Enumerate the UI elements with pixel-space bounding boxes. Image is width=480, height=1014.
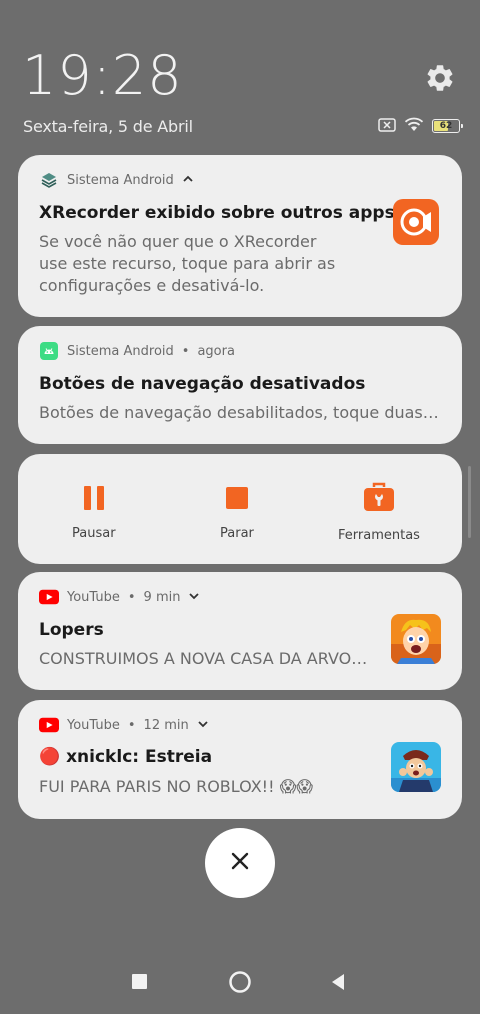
notification-text-line-2: use este recurso, toque para abrir as — [39, 254, 336, 273]
chevron-up-icon[interactable] — [182, 173, 194, 188]
video-thumbnail — [391, 614, 441, 664]
youtube-icon — [39, 715, 59, 735]
chevron-down-icon[interactable] — [188, 590, 200, 605]
scrollbar[interactable] — [468, 466, 471, 538]
tools-button[interactable]: Ferramentas — [338, 482, 420, 543]
notification-title: XRecorder exibido sobre outros apps. — [39, 203, 402, 223]
stop-label: Parar — [220, 526, 254, 541]
recorder-controls: Pausar Parar Ferramentas — [18, 454, 462, 564]
chevron-down-icon[interactable] — [197, 718, 209, 733]
battery-icon: 62 — [432, 119, 463, 133]
notification-nav-buttons[interactable]: Sistema Android • agora Botões de navega… — [18, 326, 462, 444]
clear-all-button[interactable] — [205, 828, 275, 898]
android-icon — [39, 341, 59, 361]
pause-label: Pausar — [72, 526, 116, 541]
app-name: YouTube — [67, 717, 120, 733]
notification-text: CONSTRUIMOS A NOVA CASA DA ARVORE — [39, 649, 371, 668]
date: Sexta-feira, 5 de Abril — [23, 117, 193, 136]
toolbox-icon — [362, 482, 396, 518]
video-thumbnail — [391, 742, 441, 792]
notification-time: 12 min — [143, 717, 189, 733]
notification-header: YouTube • 9 min — [39, 587, 200, 607]
status-icons: 62 — [378, 116, 463, 136]
notification-youtube-xnicklc[interactable]: YouTube • 12 min 🔴 xnicklc: Estreia FUI … — [18, 700, 462, 819]
stop-button[interactable]: Parar — [220, 484, 254, 541]
stop-icon — [223, 484, 251, 516]
notification-youtube-lopers[interactable]: YouTube • 9 min Lopers CONSTRUIMOS A NOV… — [18, 572, 462, 690]
app-name: YouTube — [67, 589, 120, 605]
notification-xrecorder-overlay[interactable]: Sistema Android XRecorder exibido sobre … — [18, 155, 462, 317]
navigation-bar — [0, 960, 480, 1004]
notification-title: Botões de navegação desativados — [39, 374, 366, 394]
wifi-icon — [404, 116, 424, 136]
app-name: Sistema Android — [67, 343, 174, 359]
notification-header: Sistema Android • agora — [39, 341, 235, 361]
notification-title: 🔴 xnicklc: Estreia — [39, 747, 213, 767]
pause-button[interactable]: Pausar — [72, 484, 116, 541]
app-name: Sistema Android — [67, 172, 174, 188]
notification-header: Sistema Android — [39, 170, 194, 190]
close-icon — [230, 851, 250, 875]
notification-header: YouTube • 12 min — [39, 715, 209, 735]
no-sim-icon — [378, 117, 396, 136]
separator: • — [127, 717, 136, 733]
separator: • — [181, 343, 190, 359]
tools-label: Ferramentas — [338, 528, 420, 543]
notification-text: FUI PARA PARIS NO ROBLOX!! 😱😱 — [39, 777, 313, 796]
youtube-icon — [39, 587, 59, 607]
recents-button[interactable] — [132, 974, 148, 994]
notification-title: Lopers — [39, 620, 104, 640]
notification-time: 9 min — [143, 589, 181, 605]
battery-percent: 62 — [439, 121, 453, 131]
xrecorder-app-icon — [393, 199, 439, 245]
separator: • — [127, 589, 136, 605]
back-button[interactable] — [330, 973, 346, 995]
pause-icon — [80, 484, 108, 516]
layers-icon — [39, 170, 59, 190]
notification-text: Botões de navegação desabilitados, toque… — [39, 403, 443, 422]
clock: 19:28 — [22, 44, 183, 107]
notification-text-line-1: Se você não quer que o XRecorder — [39, 232, 317, 251]
home-button[interactable] — [228, 970, 252, 998]
notification-time: agora — [197, 343, 235, 359]
notification-text-line-3: configurações e desativá-lo. — [39, 276, 265, 295]
settings-gear-icon[interactable] — [424, 62, 456, 94]
